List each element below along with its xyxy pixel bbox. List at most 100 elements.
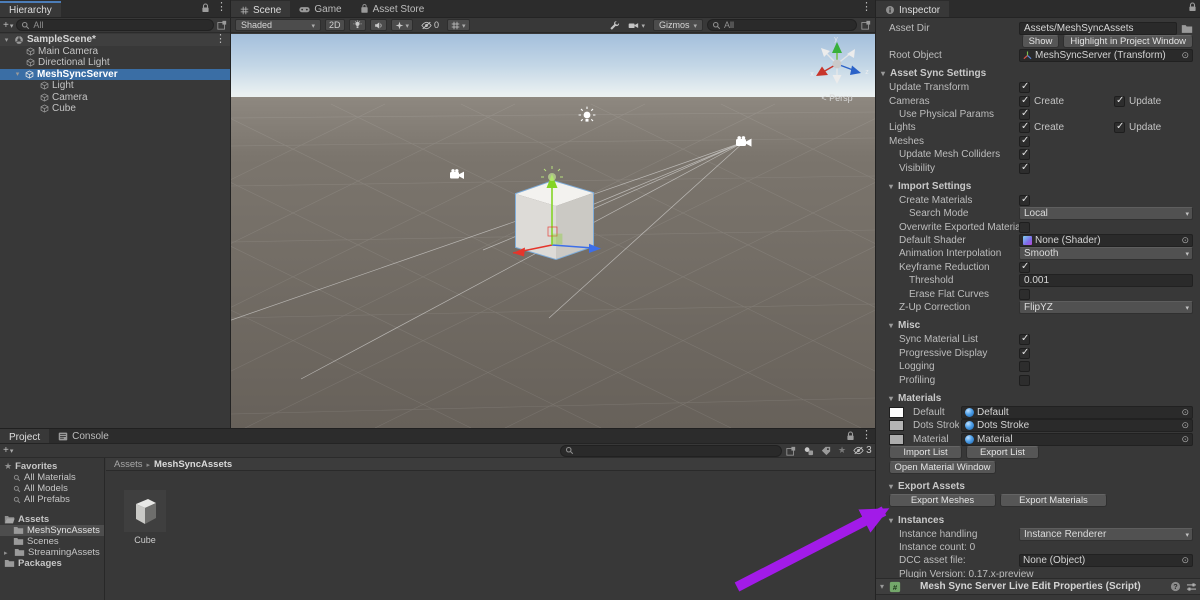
gizmo-center[interactable] (833, 60, 842, 69)
hierarchy-item-main-camera[interactable]: Main Camera (0, 46, 230, 58)
sync-material-list-checkbox[interactable] (1019, 334, 1030, 345)
save-search-star-icon[interactable] (838, 445, 846, 456)
tools-wrench-icon[interactable] (609, 20, 620, 31)
tree-assets-root[interactable]: Assets (0, 514, 104, 525)
tab-hierarchy[interactable]: Hierarchy (0, 1, 61, 17)
asset-item-cube[interactable]: Cube (115, 490, 175, 545)
object-picker-icon[interactable] (1181, 50, 1189, 61)
profiling-checkbox[interactable] (1019, 375, 1030, 386)
hierarchy-item-cube[interactable]: Cube (0, 103, 230, 115)
cameras-create-checkbox[interactable] (1019, 96, 1030, 107)
foldout-icon[interactable] (2, 36, 11, 44)
zup-correction-dropdown[interactable]: FlipYZ (1019, 301, 1193, 314)
section-materials[interactable]: Materials (876, 391, 1200, 406)
search-by-label-icon[interactable] (821, 446, 831, 456)
create-materials-checkbox[interactable] (1019, 195, 1030, 206)
picker-window-icon[interactable] (217, 20, 227, 30)
overwrite-exported-materials-checkbox[interactable] (1019, 222, 1030, 233)
export-meshes-button[interactable]: Export Meshes (889, 494, 996, 507)
create-asset-button[interactable]: + (3, 445, 13, 456)
hierarchy-item-directional-light[interactable]: Directional Light (0, 57, 230, 69)
tree-packages-root[interactable]: Packages (0, 558, 104, 569)
object-picker-icon[interactable] (1181, 235, 1189, 246)
logging-checkbox[interactable] (1019, 361, 1030, 372)
favorite-all-models[interactable]: All Models (0, 483, 104, 494)
tree-folder-scenes[interactable]: Scenes (0, 536, 104, 547)
tab-asset-store[interactable]: Asset Store (351, 1, 434, 17)
scene-viewport[interactable]: y x z < Persp (231, 34, 875, 428)
material-object-field[interactable]: Material (961, 433, 1193, 446)
material-object-field[interactable]: Default (961, 406, 1193, 419)
folder-icon[interactable] (1181, 24, 1193, 34)
material-color-swatch[interactable] (889, 434, 904, 445)
picker-window-icon[interactable] (786, 446, 796, 456)
foldout-icon[interactable] (880, 581, 884, 592)
section-misc[interactable]: Misc (876, 318, 1200, 333)
kebab-menu-icon[interactable] (216, 2, 227, 13)
progressive-display-checkbox[interactable] (1019, 348, 1030, 359)
animation-interpolation-dropdown[interactable]: Smooth (1019, 247, 1193, 260)
breadcrumb-current[interactable]: MeshSyncAssets (154, 459, 232, 470)
export-materials-button[interactable]: Export Materials (1000, 494, 1107, 507)
keyframe-reduction-checkbox[interactable] (1019, 262, 1030, 273)
tab-game[interactable]: Game (290, 1, 350, 17)
scene-effects-dropdown[interactable] (391, 19, 414, 31)
kebab-menu-icon[interactable] (861, 2, 872, 13)
hidden-packages-toggle[interactable]: 3 (853, 445, 872, 456)
object-picker-icon[interactable] (1181, 420, 1189, 431)
dcc-asset-field[interactable]: None (Object) (1019, 554, 1193, 567)
scene-search-input[interactable] (724, 20, 852, 30)
help-icon[interactable]: ? (1170, 581, 1181, 592)
project-search-input[interactable] (577, 446, 777, 456)
instance-handling-dropdown[interactable]: Instance Renderer (1019, 528, 1193, 541)
highlight-in-project-button[interactable]: Highlight in Project Window (1063, 35, 1193, 48)
section-asset-sync-settings[interactable]: Asset Sync Settings (876, 66, 1200, 81)
favorite-all-materials[interactable]: All Materials (0, 472, 104, 483)
tree-folder-streamingassets[interactable]: ▸ StreamingAssets (0, 547, 104, 558)
search-by-type-icon[interactable] (803, 446, 814, 456)
lights-create-checkbox[interactable] (1019, 122, 1030, 133)
scene-kebab-icon[interactable] (215, 34, 226, 45)
visibility-checkbox[interactable] (1019, 163, 1030, 174)
default-shader-field[interactable]: None (Shader) (1019, 234, 1193, 247)
hierarchy-item-light[interactable]: Light (0, 80, 230, 92)
tab-project[interactable]: Project (0, 429, 49, 443)
use-physical-params-checkbox[interactable] (1019, 109, 1030, 120)
object-picker-icon[interactable] (1181, 555, 1189, 566)
hierarchy-item-camera[interactable]: Camera (0, 92, 230, 104)
hierarchy-search-input[interactable] (33, 20, 209, 30)
tab-inspector[interactable]: Inspector (876, 1, 949, 17)
component-header-meshsync-live-edit[interactable]: # Mesh Sync Server Live Edit Properties … (876, 578, 1200, 595)
root-object-field[interactable]: MeshSyncServer (Transform) (1019, 49, 1193, 62)
gizmos-dropdown[interactable]: Gizmos (653, 19, 703, 31)
create-object-button[interactable]: + (3, 20, 13, 31)
expander-icon[interactable]: ▸ (4, 549, 11, 557)
section-export-assets[interactable]: Export Assets (876, 479, 1200, 494)
update-transform-checkbox[interactable] (1019, 82, 1030, 93)
export-list-button[interactable]: Export List (966, 446, 1039, 459)
lock-icon[interactable] (201, 3, 210, 13)
scene-lighting-toggle[interactable] (349, 19, 366, 31)
scene-camera-settings[interactable] (624, 19, 649, 31)
search-mode-dropdown[interactable]: Local (1019, 207, 1193, 220)
lock-icon[interactable] (846, 431, 855, 441)
threshold-field[interactable]: 0.001 (1019, 274, 1193, 287)
material-color-swatch[interactable] (889, 420, 904, 431)
object-picker-icon[interactable] (1181, 434, 1189, 445)
shading-mode-dropdown[interactable]: Shaded (235, 19, 321, 31)
favorites-header[interactable]: Favorites (0, 461, 104, 472)
show-button[interactable]: Show (1022, 35, 1060, 48)
erase-flat-curves-checkbox[interactable] (1019, 289, 1030, 300)
update-mesh-colliders-checkbox[interactable] (1019, 149, 1030, 160)
import-list-button[interactable]: Import List (889, 446, 962, 459)
hierarchy-scene-row[interactable]: SampleScene* (0, 34, 230, 46)
open-material-window-button[interactable]: Open Material Window (889, 461, 996, 474)
tree-folder-meshsyncassets[interactable]: MeshSyncAssets (0, 525, 104, 536)
cameras-update-checkbox[interactable] (1114, 96, 1125, 107)
section-instances[interactable]: Instances (876, 513, 1200, 528)
asset-dir-field[interactable]: Assets/MeshSyncAssets (1019, 22, 1177, 35)
hidden-objects-toggle[interactable]: 0 (417, 19, 443, 31)
grid-visibility-dropdown[interactable] (447, 19, 470, 31)
kebab-menu-icon[interactable] (861, 430, 872, 441)
favorite-all-prefabs[interactable]: All Prefabs (0, 494, 104, 505)
